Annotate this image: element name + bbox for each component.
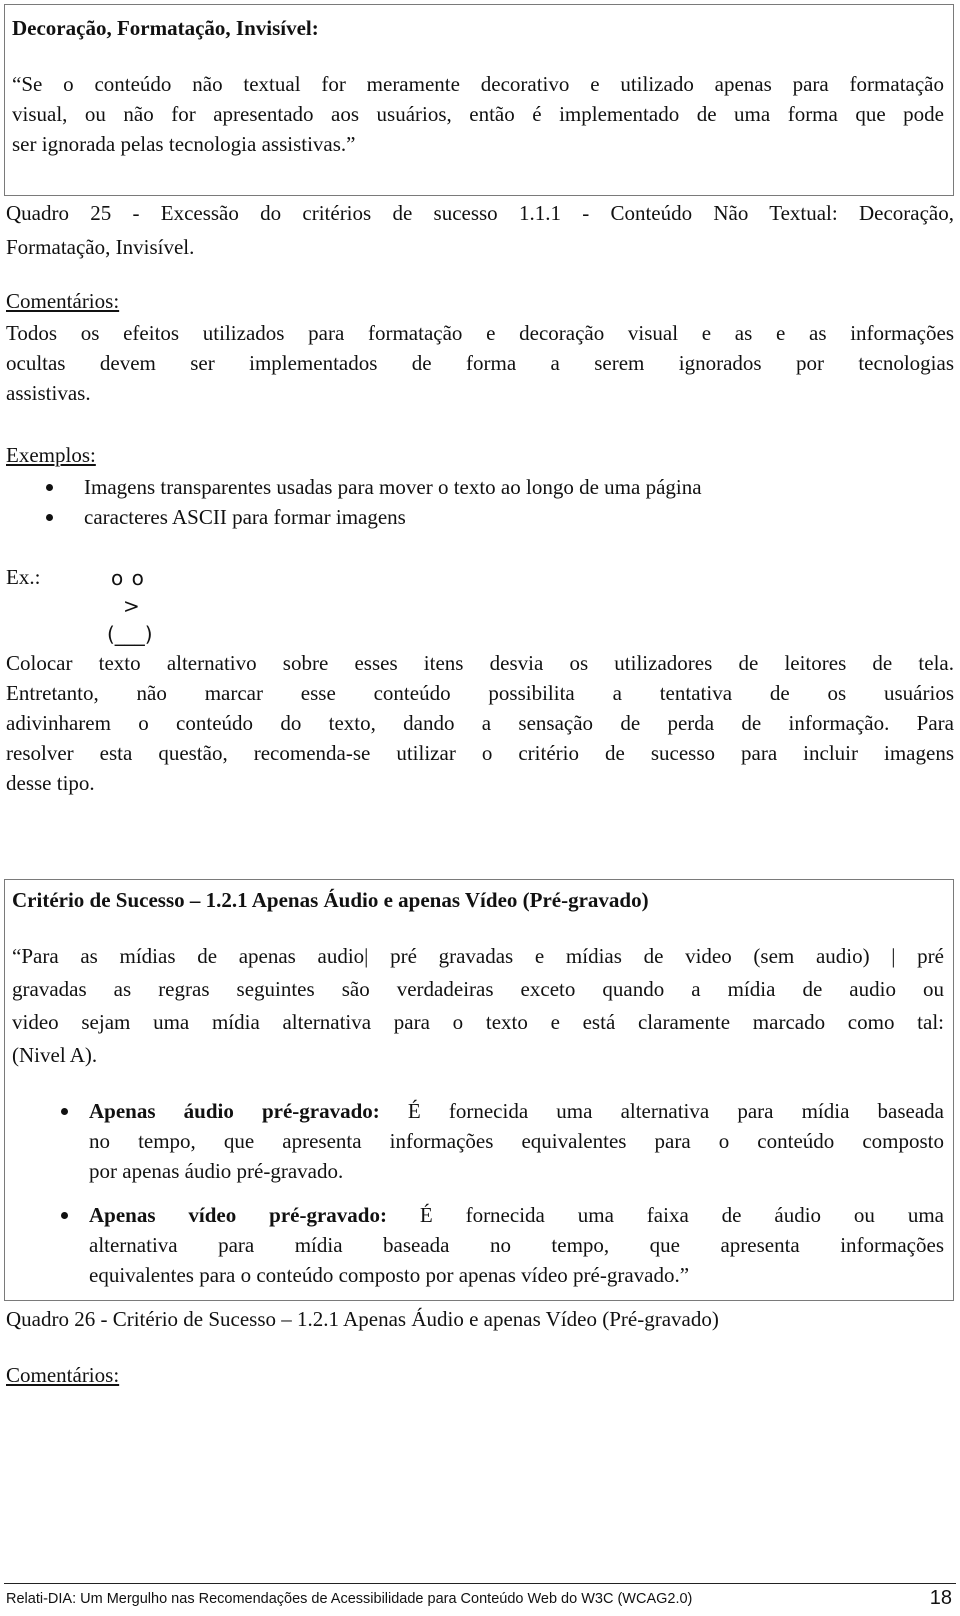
box2-quote-line: gravadas as regras seguintes são verdade… <box>12 977 944 1001</box>
caption-quadro-26: Quadro 26 - Critério de Sucesso – 1.2.1 … <box>6 1307 719 1331</box>
list-item: caracteres ASCII para formar imagens <box>46 502 702 532</box>
ascii-art-face: o o > (___) <box>107 564 153 648</box>
list-item: Imagens transparentes usadas para mover … <box>46 472 702 502</box>
examples-list: Imagens transparentes usadas para mover … <box>46 472 702 532</box>
comments-heading: Comentários: <box>6 289 120 313</box>
box2-bullet-list: Apenas áudio pré-gravado: É fornecida um… <box>61 1096 944 1290</box>
paragraph-line: desse tipo. <box>6 771 95 795</box>
box1-quote-line: “Se o conteúdo não textual for meramente… <box>12 72 944 96</box>
list-item-text: Imagens transparentes usadas para mover … <box>84 475 702 499</box>
paragraph-line: Colocar texto alternativo sobre esses it… <box>6 651 954 675</box>
box1-quote-line: ser ignorada pelas tecnologia assistivas… <box>12 132 356 156</box>
comments-heading: Comentários: <box>6 1363 120 1387</box>
bullet-icon <box>46 514 53 521</box>
box1-quote-line: visual, ou não for apresentado aos usuár… <box>12 102 944 126</box>
comments-line: assistivas. <box>6 381 91 405</box>
paragraph-line: adivinharem o conteúdo do texto, dando a… <box>6 711 954 735</box>
box2-quote-line: (Nivel A). <box>12 1043 98 1067</box>
comments-line: ocultas devem ser implementados de forma… <box>6 351 954 375</box>
caption-line: Formatação, Invisível. <box>6 235 195 259</box>
footer-divider <box>4 1583 956 1584</box>
bullet-icon <box>46 484 53 491</box>
box2-quote-line: “Para as mídias de apenas audio| pré gra… <box>12 944 944 968</box>
box2-quote: “Para as mídias de apenas audio| pré gra… <box>12 940 944 1072</box>
bullet-text: no tempo, que apresenta informações equi… <box>89 1129 944 1153</box>
comments-line: Todos os efeitos utilizados para formata… <box>6 321 954 345</box>
page-number: 18 <box>929 1587 952 1609</box>
list-item: Apenas áudio pré-gravado: É fornecida um… <box>61 1096 944 1186</box>
bullet-icon <box>61 1108 68 1115</box>
paragraph-line: Entretanto, não marcar esse conteúdo pos… <box>6 681 954 705</box>
box2-quote-line: video sejam uma mídia alternativa para o… <box>12 1010 944 1034</box>
explanation-paragraph: Colocar texto alternativo sobre esses it… <box>6 648 954 798</box>
example-label: Ex.: <box>6 565 41 589</box>
ascii-line-eyes: o o <box>111 566 145 590</box>
bullet-term: Apenas vídeo pré-gravado: <box>89 1203 387 1227</box>
caption-line: Quadro 25 - Excessão do critérios de suc… <box>6 201 954 225</box>
list-item-text: caracteres ASCII para formar imagens <box>84 505 406 529</box>
paragraph-line: resolver esta questão, recomenda-se util… <box>6 741 954 765</box>
bullet-text: por apenas áudio pré-gravado. <box>89 1159 344 1183</box>
box2-title: Critério de Sucesso – 1.2.1 Apenas Áudio… <box>12 888 649 912</box>
ascii-line-nose: > <box>123 594 140 618</box>
list-item: Apenas vídeo pré-gravado: É fornecida um… <box>61 1200 944 1290</box>
bullet-text: alternativa para mídia baseada no tempo,… <box>89 1233 944 1257</box>
bullet-text: É fornecida uma faixa de áudio ou uma <box>386 1203 944 1227</box>
bullet-text: equivalentes para o conteúdo composto po… <box>89 1263 690 1287</box>
box1-quote: “Se o conteúdo não textual for meramente… <box>12 69 944 159</box>
box1-title: Decoração, Formatação, Invisível: <box>12 16 319 40</box>
bullet-term: Apenas áudio pré-gravado: <box>89 1099 380 1123</box>
footer-title: Relati-DIA: Um Mergulho nas Recomendaçõe… <box>6 1591 693 1607</box>
caption-quadro-25: Quadro 25 - Excessão do critérios de suc… <box>6 198 954 262</box>
bullet-icon <box>61 1212 68 1219</box>
bullet-text: É fornecida uma alternativa para mídia b… <box>379 1099 944 1123</box>
examples-heading: Exemplos: <box>6 443 96 467</box>
ascii-line-mouth: (___) <box>107 622 153 646</box>
comments-paragraph: Todos os efeitos utilizados para formata… <box>6 318 954 408</box>
